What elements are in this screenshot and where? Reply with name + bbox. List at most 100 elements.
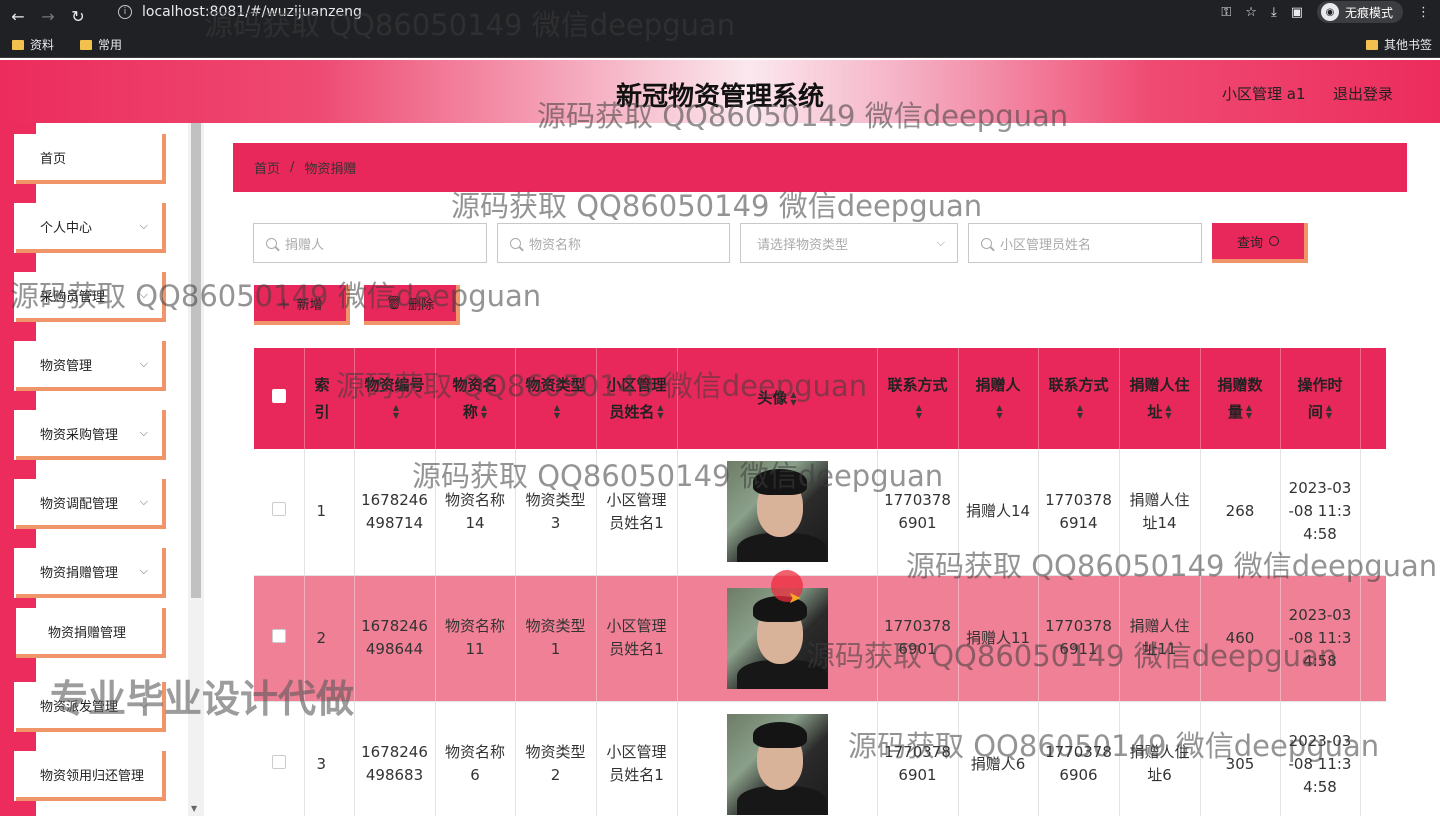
avatar[interactable] — [726, 461, 828, 563]
sidebar-item-donation[interactable]: 物资捐赠管理 ⌵ — [16, 548, 166, 598]
app-header: 新冠物资管理系统 小区管理 a1 退出登录 — [0, 60, 1440, 123]
add-button[interactable]: ＋ 新增 — [254, 285, 350, 325]
bookmark-folder[interactable]: 常用 — [80, 36, 122, 53]
breadcrumb-current: 物资捐赠 — [304, 162, 357, 177]
browser-toolbar: ← → ↻ i localhost:8081/#/wuzijuanzeng ⚿ … — [0, 0, 1440, 32]
download-icon[interactable]: ⤓ — [1271, 5, 1277, 20]
address-bar[interactable]: i localhost:8081/#/wuzijuanzeng — [108, 0, 1218, 24]
row-checkbox[interactable] — [271, 628, 286, 643]
cell-address: 捐赠人住址11 — [1119, 575, 1201, 702]
cell-quantity: 460 — [1200, 575, 1281, 702]
col-index: 索引 — [304, 348, 355, 449]
chevron-down-icon: ⌵ — [936, 236, 945, 249]
sidebar-item-purchase[interactable]: 物资采购管理 ⌵ — [16, 410, 166, 460]
cell-avatar — [677, 701, 878, 816]
row-checkbox[interactable] — [271, 754, 286, 769]
cell-donor: 捐赠人6 — [958, 701, 1039, 816]
col-time[interactable]: 操作时间 ▲ ▼ — [1280, 348, 1361, 449]
sort-icon[interactable]: ▲ ▼ — [1165, 404, 1171, 420]
sidebar-item-home[interactable]: 首页 — [16, 134, 166, 184]
select-all-checkbox[interactable] — [271, 389, 286, 403]
delete-button[interactable]: 🗑 删除 — [364, 285, 460, 325]
incognito-icon: ◉ — [1320, 3, 1339, 21]
sidebar-item-supplies[interactable]: 物资管理 ⌵ — [16, 341, 166, 391]
query-button[interactable]: 查询 — [1212, 223, 1308, 263]
header-label: 物资类型 — [525, 375, 586, 394]
table-row[interactable]: 2 1678246498644 物资名称11 物资类型1 小区管理员姓名1 17… — [254, 575, 1386, 702]
sidebar-subitem-label: 物资捐赠管理 — [48, 625, 127, 641]
col-type[interactable]: 物资类型 ▲ ▼ — [515, 348, 597, 449]
table-row[interactable]: 3 1678246498683 物资名称6 物资类型2 小区管理员姓名1 177… — [254, 701, 1386, 816]
menu-icon[interactable]: ⋮ — [1417, 5, 1430, 20]
row-checkbox[interactable] — [271, 502, 286, 517]
header-label: 头像 — [757, 389, 788, 407]
sidebar-subitem-donation[interactable]: 物资捐赠管理 — [16, 608, 166, 658]
scroll-down-arrow-icon[interactable]: ▼ — [191, 804, 197, 813]
chevron-down-icon: ⌵ — [139, 564, 148, 577]
table-row[interactable]: 1 1678246498714 物资名称14 物资类型3 小区管理员姓名1 17… — [254, 449, 1386, 576]
col-name[interactable]: 物资名称 ▲ ▼ — [435, 348, 516, 449]
sort-icon[interactable]: ▲ ▼ — [657, 404, 663, 420]
sort-icon[interactable]: ▲ ▼ — [1246, 404, 1252, 420]
sort-icon[interactable]: ▲ ▼ — [1077, 404, 1083, 420]
add-label: 新增 — [296, 297, 323, 313]
banner-watermark: 专业毕业设计代做 — [50, 677, 355, 721]
sort-icon[interactable]: ▲ ▼ — [916, 404, 922, 420]
cell-donor-phone: 17703786906 — [1038, 701, 1120, 816]
col-quantity[interactable]: 捐赠数量 ▲ ▼ — [1200, 348, 1281, 449]
info-icon: i — [118, 5, 132, 19]
sort-icon[interactable]: ▲ ▼ — [1326, 404, 1332, 420]
sidebar-item-label: 物资领用归还管理 — [40, 768, 145, 784]
sort-icon[interactable]: ▲ ▼ — [554, 404, 560, 420]
search-icon — [1269, 236, 1279, 246]
cell-code: 1678246498644 — [354, 575, 436, 702]
search-icon — [266, 237, 277, 249]
breadcrumb-home[interactable]: 首页 — [254, 158, 280, 177]
reload-icon[interactable]: ↻ — [66, 4, 90, 28]
back-icon[interactable]: ← — [6, 4, 30, 28]
col-avatar[interactable]: 头像 ▲ ▼ — [677, 348, 878, 449]
cell-name: 物资名称6 — [435, 701, 516, 816]
col-phone[interactable]: 联系方式 ▲ ▼ — [877, 348, 959, 449]
sort-icon[interactable]: ▲ ▼ — [790, 390, 796, 407]
col-code[interactable]: 物资编号 ▲ ▼ — [354, 348, 436, 449]
admin-search-input[interactable]: 小区管理员姓名 — [968, 223, 1202, 263]
cell-actions — [1360, 701, 1386, 816]
avatar[interactable] — [726, 713, 828, 815]
col-actions — [1360, 348, 1386, 449]
avatar[interactable] — [726, 587, 828, 689]
sort-icon[interactable]: ▲ ▼ — [481, 404, 487, 420]
cell-type: 物资类型1 — [515, 575, 597, 702]
sidebar-item-buyer[interactable]: 采购员管理 ⌵ — [16, 272, 166, 322]
sort-icon[interactable]: ▲ ▼ — [393, 404, 399, 420]
header-label: 捐赠人 — [975, 375, 1021, 394]
delete-label: 删除 — [408, 297, 435, 313]
select-all-cell[interactable] — [254, 348, 305, 449]
sort-icon[interactable]: ▲ ▼ — [996, 404, 1002, 420]
key-icon[interactable]: ⚿ — [1221, 5, 1231, 20]
other-bookmarks[interactable]: 其他书签 — [1365, 36, 1432, 53]
cell-index: 1 — [304, 449, 355, 576]
sidebar-scroll-thumb[interactable] — [191, 123, 201, 598]
forward-icon[interactable]: → — [36, 4, 60, 28]
col-admin[interactable]: 小区管理员姓名 ▲ ▼ — [596, 348, 678, 449]
col-address[interactable]: 捐赠人住址 ▲ ▼ — [1119, 348, 1201, 449]
cell-admin: 小区管理员姓名1 — [596, 701, 678, 816]
bookmark-folder[interactable]: 资料 — [12, 36, 54, 53]
type-select[interactable]: 请选择物资类型 ⌵ — [740, 223, 958, 263]
name-search-input[interactable]: 物资名称 — [497, 223, 730, 263]
row-select-cell[interactable] — [254, 449, 305, 576]
col-donor-phone[interactable]: 联系方式 ▲ ▼ — [1038, 348, 1120, 449]
col-donor[interactable]: 捐赠人 ▲ ▼ — [958, 348, 1039, 449]
star-icon[interactable]: ☆ — [1245, 5, 1257, 20]
incognito-badge[interactable]: ◉ 无痕模式 — [1316, 1, 1403, 23]
breadcrumb: 首页 / 物资捐赠 — [233, 143, 1407, 192]
cursor-icon: ➤ — [788, 588, 802, 607]
sidebar-item-personal[interactable]: 个人中心 ⌵ — [16, 203, 166, 253]
logout-link[interactable]: 退出登录 — [1333, 83, 1393, 104]
sidepanel-icon[interactable]: ▣ — [1291, 5, 1303, 20]
donor-search-input[interactable]: 捐赠人 — [253, 223, 487, 263]
sidebar-item-allocation[interactable]: 物资调配管理 ⌵ — [16, 479, 166, 529]
sidebar-item-borrow-return[interactable]: 物资领用归还管理 — [16, 751, 166, 801]
browser-actions: ⚿ ☆ ⤓ ▣ ◉ 无痕模式 ⋮ — [1221, 0, 1440, 24]
